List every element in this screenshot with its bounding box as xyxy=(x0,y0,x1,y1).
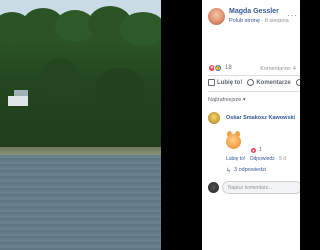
comment-input-placeholder: Napisz komentarz... xyxy=(228,185,273,191)
view-replies-link[interactable]: 3 odpowiedzi xyxy=(234,167,266,173)
divider xyxy=(208,75,300,76)
post-date[interactable]: 8 sierpnia xyxy=(265,18,289,24)
ellipsis-icon[interactable]: ··· xyxy=(287,11,298,20)
like-button[interactable]: Lubię to! xyxy=(208,79,242,86)
comment-reaction-count: 1 xyxy=(259,147,263,153)
commenter-name[interactable]: Oskar Smakosz Kawowski xyxy=(226,115,295,121)
author-name[interactable]: Magda Gessler xyxy=(229,8,279,15)
comment-icon xyxy=(247,79,255,86)
comment-like-link[interactable]: Lubię to! xyxy=(226,156,245,162)
comment-button[interactable]: Komentarze xyxy=(247,79,291,86)
divider xyxy=(208,91,300,92)
lake-water xyxy=(0,155,161,250)
sticker-comment xyxy=(226,131,242,149)
comment-input[interactable]: Napisz komentarz... xyxy=(222,181,300,194)
photo-gutter xyxy=(161,0,202,250)
follow-page-link[interactable]: Polub stronę xyxy=(229,18,260,24)
share-icon xyxy=(295,79,300,86)
my-avatar xyxy=(208,182,219,193)
post-panel: Magda Gessler Polub stronę · 8 sierpnia … xyxy=(202,0,300,250)
post-actions: Lubię to! Komentarze U xyxy=(208,79,300,86)
reactions-summary[interactable]: ♥ 👍 18 xyxy=(208,64,232,72)
like-icon: 👍 xyxy=(214,64,222,72)
heart-icon[interactable]: ♥ xyxy=(250,147,257,154)
thumbs-up-icon xyxy=(208,79,215,86)
commenter-avatar[interactable] xyxy=(208,112,220,124)
comment-button-label: Komentarze xyxy=(256,79,291,86)
post-photo[interactable] xyxy=(0,0,161,250)
house xyxy=(8,96,28,106)
forest xyxy=(0,6,161,153)
author-meta: Polub stronę · 8 sierpnia xyxy=(229,18,289,24)
reply-arrow-icon: ↳ xyxy=(226,168,232,174)
shoreline xyxy=(0,147,161,155)
reaction-count: 18 xyxy=(225,65,232,71)
comment-reply-link[interactable]: Odpowiedz xyxy=(250,156,275,162)
comment-time[interactable]: 5 d xyxy=(279,156,286,162)
comments-sort-dropdown[interactable]: Najtrafniejsze ▾ xyxy=(208,97,246,103)
comments-count[interactable]: Komentarze: 4 xyxy=(260,66,296,72)
author-avatar[interactable] xyxy=(208,8,225,25)
like-button-label: Lubię to! xyxy=(217,79,243,86)
comment-actions: Lubię to! · Odpowiedz · 5 d xyxy=(226,156,287,162)
share-button[interactable]: U xyxy=(295,79,300,86)
